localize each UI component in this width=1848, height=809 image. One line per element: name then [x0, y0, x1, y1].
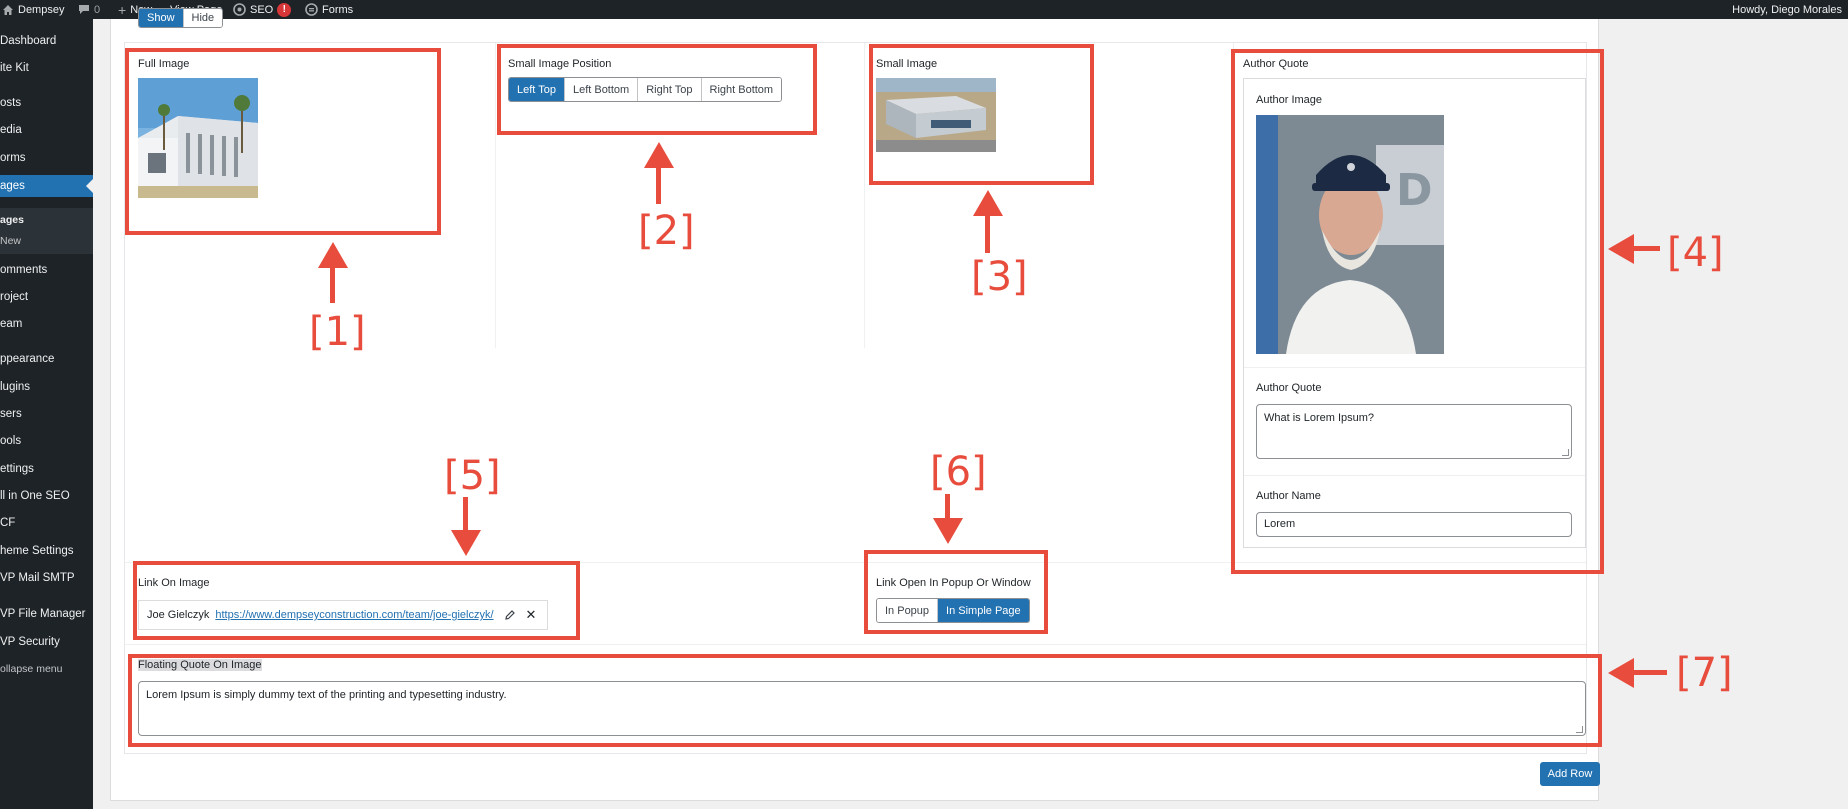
sidebar-item-theme-settings[interactable]: heme Settings — [0, 545, 93, 557]
sidebar-item-label: CF — [0, 517, 16, 529]
sidebar-item-comments[interactable]: omments — [0, 264, 93, 276]
comments-count: 0 — [94, 3, 101, 16]
column-divider — [864, 43, 865, 348]
comments-link[interactable]: 0 — [78, 0, 100, 19]
sidebar-item-dashboard[interactable]: Dashboard — [0, 35, 93, 47]
site-name-link[interactable]: Dempsey — [2, 0, 64, 19]
sidebar-item-label: ettings — [0, 463, 34, 475]
sidebar-item-label: lugins — [0, 381, 31, 393]
submenu-all-pages[interactable]: ages — [0, 214, 24, 226]
sidebar-item-team[interactable]: eam — [0, 318, 93, 330]
annotation-box-6 — [864, 550, 1048, 634]
admin-sidebar: Dashboard ite Kit osts edia orms ages ag… — [0, 19, 93, 809]
sidebar-item-site-kit[interactable]: ite Kit — [0, 62, 93, 74]
sidebar-item-label: orms — [0, 152, 26, 164]
annotation-box-5 — [133, 561, 580, 640]
sidebar-item-forms[interactable]: orms — [0, 152, 93, 164]
show-hide-toggle[interactable]: Show Hide — [138, 8, 224, 28]
sidebar-item-appearance[interactable]: ppearance — [0, 353, 93, 365]
annotation-label-4: [4] — [1667, 230, 1724, 276]
sidebar-item-label: edia — [0, 124, 22, 136]
sidebar-item-label: Dashboard — [0, 35, 57, 47]
pages-submenu: ages New — [0, 208, 93, 254]
forms-icon — [305, 3, 318, 16]
annotation-box-1 — [125, 48, 441, 235]
my-account-link[interactable]: Howdy, Diego Morales — [1732, 0, 1842, 19]
annotation-label-7: [7] — [1676, 650, 1733, 696]
sidebar-item-label: eam — [0, 318, 23, 330]
sidebar-item-label: omments — [0, 264, 48, 276]
sidebar-item-wp-mail-smtp[interactable]: VP Mail SMTP — [0, 572, 93, 584]
show-option[interactable]: Show — [139, 9, 184, 27]
sidebar-item-label: ppearance — [0, 353, 55, 365]
sidebar-item-all-in-one-seo[interactable]: ll in One SEO — [0, 490, 93, 502]
sidebar-item-project[interactable]: roject — [0, 291, 93, 303]
admin-bar: Dempsey 0 + New View Page SEO ! Forms Ho… — [0, 0, 1848, 19]
annotation-box-4 — [1231, 49, 1604, 574]
sidebar-item-label: VP File Manager — [0, 608, 86, 620]
sidebar-item-label: ll in One SEO — [0, 490, 70, 502]
submenu-add-new[interactable]: New — [0, 235, 21, 247]
annotation-label-3: [3] — [971, 254, 1028, 300]
annotation-box-3 — [869, 44, 1094, 185]
sidebar-item-label: roject — [0, 291, 29, 303]
annotation-label-5: [5] — [444, 453, 501, 499]
sidebar-item-label: VP Mail SMTP — [0, 572, 75, 584]
sidebar-item-plugins[interactable]: lugins — [0, 381, 93, 393]
sidebar-item-label: ools — [0, 435, 22, 447]
sidebar-item-wp-file-manager[interactable]: VP File Manager — [0, 608, 93, 620]
annotation-box-2 — [497, 44, 817, 135]
hide-option[interactable]: Hide — [183, 9, 223, 27]
column-divider — [495, 43, 496, 348]
add-row-button[interactable]: Add Row — [1540, 762, 1600, 786]
sidebar-item-acf[interactable]: CF — [0, 517, 93, 529]
sidebar-item-wp-security[interactable]: VP Security — [0, 636, 93, 648]
home-icon — [3, 4, 13, 15]
seo-notification-badge: ! — [277, 2, 292, 17]
sidebar-item-label: ollapse menu — [0, 663, 63, 675]
greeting: Howdy, Diego Morales — [1732, 3, 1842, 16]
sidebar-item-label: sers — [0, 408, 22, 420]
seo-label: SEO — [250, 3, 274, 16]
seo-menu[interactable]: SEO ! — [233, 0, 292, 19]
forms-label: Forms — [322, 3, 354, 16]
sidebar-item-settings[interactable]: ettings — [0, 463, 93, 475]
sidebar-item-media[interactable]: edia — [0, 124, 93, 136]
annotation-box-7 — [128, 654, 1602, 747]
sidebar-item-label: osts — [0, 97, 22, 109]
sidebar-item-label: heme Settings — [0, 545, 74, 557]
annotation-label-2: [2] — [638, 208, 695, 254]
annotation-label-6: [6] — [930, 449, 987, 495]
sidebar-item-tools[interactable]: ools — [0, 435, 93, 447]
site-name: Dempsey — [18, 3, 65, 16]
sidebar-item-users[interactable]: sers — [0, 408, 93, 420]
sidebar-item-pages[interactable]: ages — [0, 175, 93, 197]
forms-menu[interactable]: Forms — [305, 0, 353, 19]
seo-gear-icon — [233, 3, 246, 16]
annotation-label-1: [1] — [309, 309, 366, 355]
sidebar-item-label: ages — [0, 180, 25, 192]
plus-icon: + — [118, 1, 127, 18]
comment-icon — [79, 5, 89, 14]
row-divider — [125, 644, 1586, 645]
sidebar-item-label: ite Kit — [0, 62, 29, 74]
collapse-menu-button[interactable]: ollapse menu — [0, 663, 93, 675]
sidebar-item-label: VP Security — [0, 636, 60, 648]
sidebar-item-posts[interactable]: osts — [0, 97, 93, 109]
